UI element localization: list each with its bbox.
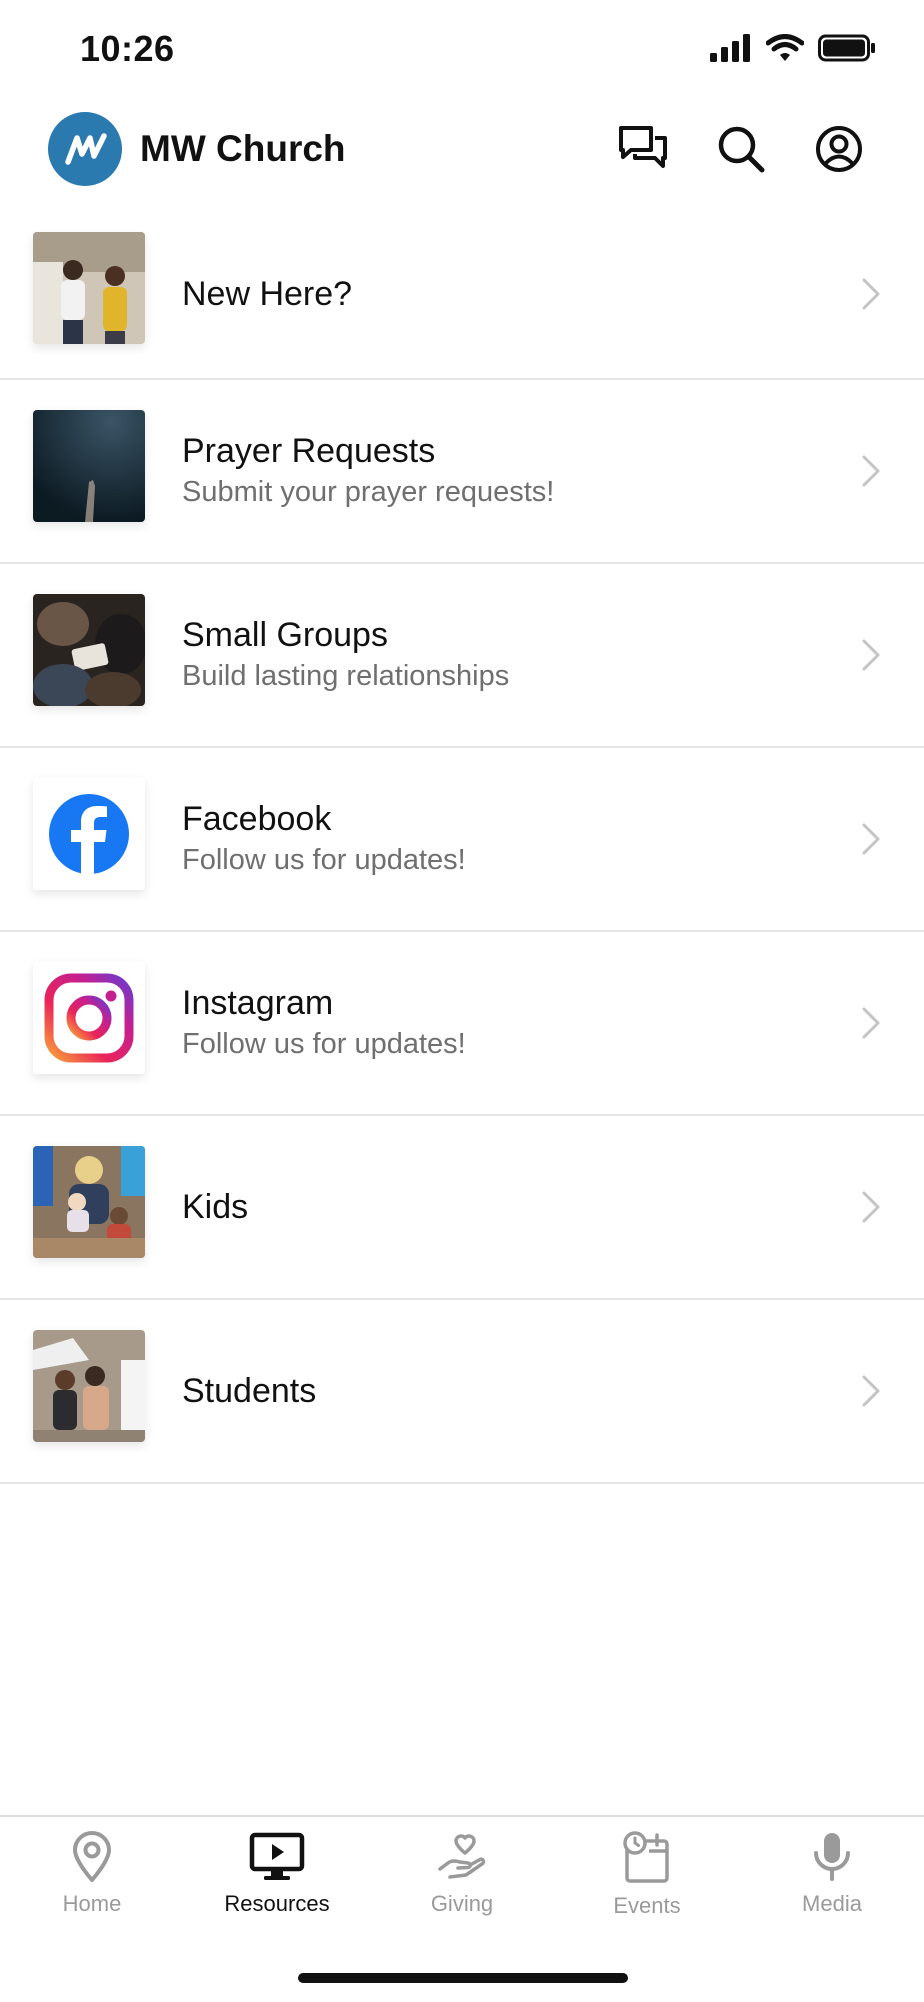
small-groups-text: Small Groups Build lasting relationships <box>182 564 509 746</box>
home-indicator <box>298 1973 628 1983</box>
chevron-right-icon <box>862 823 880 855</box>
prayer-requests-thumbnail <box>33 410 145 522</box>
chat-bubbles-icon <box>619 126 667 168</box>
list-item-instagram[interactable]: Instagram Follow us for updates! <box>0 932 924 1116</box>
small-groups-thumbnail <box>33 594 145 706</box>
instagram-thumbnail <box>33 962 145 1074</box>
prayer-requests-text: Prayer Requests Submit your prayer reque… <box>182 380 554 562</box>
new-here-text: New Here? <box>182 210 352 378</box>
small-groups-title: Small Groups <box>182 616 388 654</box>
list-item-facebook[interactable]: Facebook Follow us for updates! <box>0 748 924 932</box>
tab-events-label: Events <box>613 1893 681 1918</box>
facebook-thumbnail <box>33 778 145 890</box>
hand-heart-icon <box>438 1834 486 1879</box>
prayer-requests-subtitle: Submit your prayer requests! <box>182 476 555 508</box>
list-item-small-groups[interactable]: Small Groups Build lasting relationships <box>0 564 924 748</box>
facebook-text: Facebook Follow us for updates! <box>182 748 466 930</box>
instagram-title: Instagram <box>182 984 334 1022</box>
map-pin-icon <box>73 1831 111 1882</box>
resource-list: New Here? Prayer Requests Submit your pr… <box>0 210 924 1484</box>
tab-home[interactable]: Home <box>0 1831 184 1951</box>
chevron-right-icon <box>862 639 880 671</box>
prayer-requests-title: Prayer Requests <box>182 432 436 470</box>
status-icons <box>710 34 876 62</box>
tab-giving[interactable]: Giving <box>370 1831 554 1951</box>
church-logo <box>48 112 122 186</box>
instagram-logo-icon <box>33 962 145 1074</box>
small-groups-subtitle: Build lasting relationships <box>182 660 510 692</box>
tab-media-label: Media <box>802 1891 862 1916</box>
list-item-kids[interactable]: Kids <box>0 1116 924 1300</box>
app-title: MW Church <box>140 128 346 169</box>
tab-giving-label: Giving <box>430 1891 494 1916</box>
chevron-right-icon <box>862 1375 880 1407</box>
list-item-prayer-requests[interactable]: Prayer Requests Submit your prayer reque… <box>0 380 924 564</box>
students-text: Students <box>182 1300 316 1482</box>
facebook-subtitle: Follow us for updates! <box>182 844 466 876</box>
church-logo-icon <box>65 133 107 165</box>
kids-title: Kids <box>182 1188 249 1226</box>
tab-home-label: Home <box>62 1891 122 1916</box>
students-title: Students <box>182 1372 317 1410</box>
tv-play-icon <box>249 1832 305 1880</box>
facebook-title: Facebook <box>182 800 332 838</box>
kids-text: Kids <box>182 1116 248 1298</box>
chevron-right-icon <box>862 1007 880 1039</box>
profile-button[interactable] <box>808 118 870 180</box>
new-here-thumbnail <box>33 232 145 344</box>
facebook-logo-icon <box>33 778 145 890</box>
status-bar: 10:26 <box>0 0 924 100</box>
students-thumbnail <box>33 1330 145 1442</box>
app-header: MW Church <box>0 100 924 210</box>
instagram-subtitle: Follow us for updates! <box>182 1028 466 1060</box>
tab-media[interactable]: Media <box>740 1831 924 1951</box>
tab-resources[interactable]: Resources <box>185 1831 369 1951</box>
search-button[interactable] <box>710 118 772 180</box>
list-item-students[interactable]: Students <box>0 1300 924 1484</box>
cellular-signal-icon <box>710 34 750 62</box>
wifi-icon <box>766 34 804 61</box>
chevron-right-icon <box>862 455 880 487</box>
new-here-title: New Here? <box>182 275 353 313</box>
search-icon <box>718 126 765 173</box>
instagram-text: Instagram Follow us for updates! <box>182 932 466 1114</box>
microphone-icon <box>814 1833 850 1881</box>
list-item-new-here[interactable]: New Here? <box>0 210 924 380</box>
calendar-clock-icon <box>623 1831 669 1883</box>
chat-button[interactable] <box>612 118 674 180</box>
chevron-right-icon <box>862 278 880 310</box>
chevron-right-icon <box>862 1191 880 1223</box>
tab-resources-label: Resources <box>224 1891 330 1916</box>
user-circle-icon <box>816 126 862 172</box>
tab-events[interactable]: Events <box>555 1831 739 1951</box>
kids-thumbnail <box>33 1146 145 1258</box>
battery-icon <box>818 34 875 62</box>
status-time: 10:26 <box>80 28 175 69</box>
